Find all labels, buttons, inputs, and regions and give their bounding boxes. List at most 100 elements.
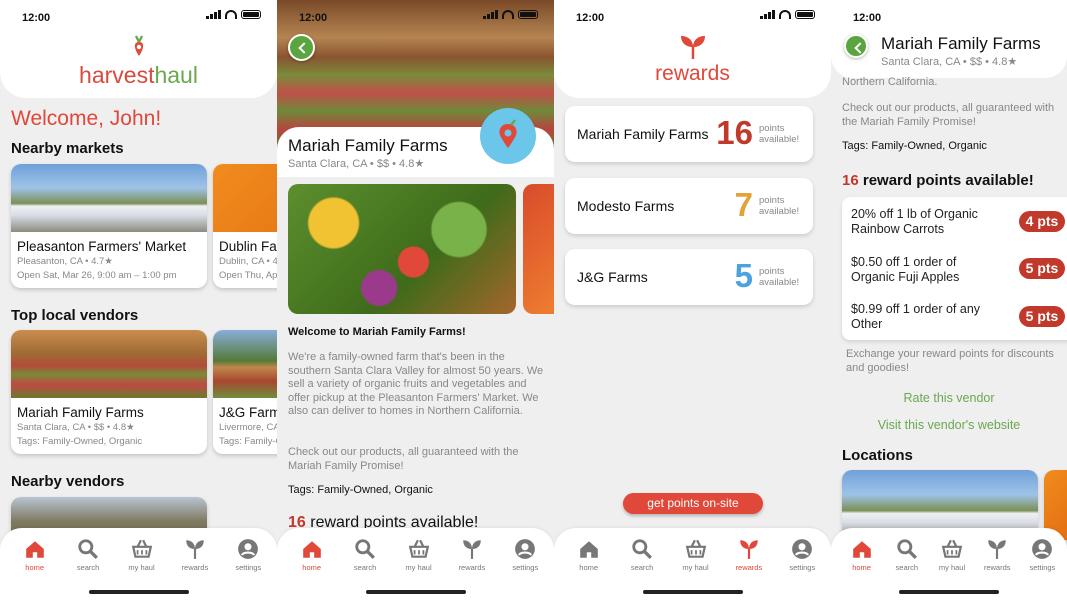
vendor-name: Mariah Family Farms <box>288 136 448 155</box>
offer-points-button[interactable]: 4 pts <box>1019 211 1065 232</box>
vendor-card[interactable]: Mariah Family Farms Santa Clara, CA • $$… <box>11 330 207 454</box>
rewards-title: rewards <box>655 62 730 85</box>
tab-home[interactable]: home <box>292 538 332 572</box>
vendor-location: Santa Clara, CA • $$ • 4.8★ <box>17 422 135 433</box>
vendor-tags: Tags: Family-Owned, Organic <box>842 140 987 152</box>
product-photo[interactable] <box>523 184 554 314</box>
vendor-website-link[interactable]: Visit this vendor's website <box>831 418 1067 432</box>
battery-icon <box>518 10 538 19</box>
carrot-logo-icon <box>134 35 144 56</box>
points-count: 16 <box>842 172 859 189</box>
sprout-icon <box>186 540 204 559</box>
tab-rewards[interactable]: rewards <box>175 538 215 572</box>
vendor-location: Santa Clara, CA • $$ • 4.8★ <box>881 56 1018 68</box>
tab-label: home <box>579 563 599 572</box>
vendor-promise: Check out our products, all guaranteed w… <box>288 446 519 472</box>
tab-rewards[interactable]: rewards <box>977 538 1017 572</box>
home-icon <box>302 541 321 558</box>
sprout-icon <box>740 540 758 559</box>
tab-label: my haul <box>938 563 966 572</box>
points-available-label: points available! <box>759 123 800 145</box>
basket-icon <box>131 539 152 558</box>
account-icon <box>238 539 259 559</box>
tab-rewards[interactable]: rewards <box>729 538 769 572</box>
vendor-description: We're a family-owned farm that's been in… <box>288 351 544 418</box>
tab-settings[interactable]: settings <box>782 538 822 572</box>
tab-settings[interactable]: settings <box>505 538 545 572</box>
tab-settings[interactable]: settings <box>1022 538 1062 572</box>
market-location: Pleasanton, CA • 4.7★ <box>17 256 113 267</box>
reward-vendor-card[interactable]: Mariah Family Farms 16 points available! <box>565 106 813 162</box>
tab-label: search <box>353 563 377 572</box>
status-time: 12:00 <box>853 12 882 24</box>
tab-search[interactable]: search <box>345 538 385 572</box>
basket-icon <box>941 539 963 558</box>
market-name: Dublin Farmers' Market <box>219 239 277 254</box>
sprout-icon <box>463 540 481 559</box>
signal-icon <box>760 10 775 19</box>
reward-vendor-name: Mariah Family Farms <box>577 126 709 142</box>
tab-home[interactable]: home <box>15 538 55 572</box>
search-icon <box>355 539 376 559</box>
vendor-screen: 12:00 Mariah Family Farms Santa Clara, C… <box>277 0 554 600</box>
tab-my-haul[interactable]: my haul <box>399 538 439 572</box>
offer-points-button[interactable]: 5 pts <box>1019 258 1065 279</box>
tab-bar: home search my haul rewards settings <box>0 528 277 600</box>
vendor-tags: Tags: Family-Owned <box>219 436 277 447</box>
home-indicator <box>899 590 999 594</box>
tab-label: settings <box>1029 563 1056 572</box>
home-screen: 12:00 harvesthaul Welcome, John! Nearby … <box>0 0 277 600</box>
tab-label: search <box>630 563 654 572</box>
battery-icon <box>241 10 261 19</box>
product-photo[interactable] <box>288 184 516 314</box>
reward-vendor-name: J&G Farms <box>577 269 648 285</box>
tab-label: rewards <box>181 563 209 572</box>
account-icon <box>515 539 536 559</box>
battery-icon <box>795 10 815 19</box>
points-available-label: points available! <box>759 266 800 288</box>
tab-rewards[interactable]: rewards <box>452 538 492 572</box>
sprout-logo-icon <box>681 36 705 59</box>
vendor-location: Livermore, CA • $$ <box>219 422 277 433</box>
tab-bar: home search my haul rewards settings <box>554 528 831 600</box>
vendor-detail-screen: 12:00 Mariah Family Farms Santa Clara, C… <box>831 0 1067 600</box>
get-points-button[interactable]: get points on-site <box>623 493 763 514</box>
vendor-card[interactable]: J&G Farms Livermore, CA • $$ Tags: Famil… <box>213 330 277 454</box>
tab-search[interactable]: search <box>622 538 662 572</box>
location-pin-icon <box>480 108 536 164</box>
market-photo <box>11 164 207 232</box>
tags-label: Tags: <box>842 140 869 152</box>
offer-points-button[interactable]: 5 pts <box>1019 306 1065 327</box>
market-name: Pleasanton Farmers' Market <box>17 239 187 254</box>
rate-vendor-link[interactable]: Rate this vendor <box>831 391 1067 405</box>
back-button[interactable] <box>844 34 868 58</box>
account-icon <box>1032 539 1053 559</box>
tab-home[interactable]: home <box>842 538 882 572</box>
search-icon <box>632 539 653 559</box>
market-card[interactable]: Dublin Farmers' Market Dublin, CA • 4.5★… <box>213 164 277 288</box>
market-photo <box>213 164 277 232</box>
back-button[interactable] <box>288 34 315 61</box>
tab-home[interactable]: home <box>569 538 609 572</box>
market-hours: Open Thu, Apr 1 <box>219 270 277 281</box>
tab-label: settings <box>512 563 539 572</box>
offer-text: $0.99 off 1 order of any Other <box>851 302 981 331</box>
market-card[interactable]: Pleasanton Farmers' Market Pleasanton, C… <box>11 164 207 288</box>
tab-my-haul[interactable]: my haul <box>676 538 716 572</box>
wifi-icon <box>502 10 514 19</box>
reward-vendor-card[interactable]: J&G Farms 5 points available! <box>565 249 813 305</box>
tab-search[interactable]: search <box>68 538 108 572</box>
tab-bar: home search my haul rewards settings <box>277 528 554 600</box>
tab-label: home <box>852 563 871 572</box>
account-icon <box>792 539 813 559</box>
reward-vendor-card[interactable]: Modesto Farms 7 points available! <box>565 178 813 234</box>
vendor-promise: Check out our products, all guaranteed w… <box>842 102 1055 128</box>
tab-my-haul[interactable]: my haul <box>932 538 972 572</box>
tab-settings[interactable]: settings <box>228 538 268 572</box>
points-available-label: points available! <box>759 195 800 217</box>
vendor-photo <box>11 330 207 398</box>
points-text: reward points available! <box>862 172 1034 189</box>
rewards-screen: 12:00 rewards Mariah Family Farms 16 poi… <box>554 0 831 600</box>
tab-search[interactable]: search <box>887 538 927 572</box>
tab-my-haul[interactable]: my haul <box>122 538 162 572</box>
